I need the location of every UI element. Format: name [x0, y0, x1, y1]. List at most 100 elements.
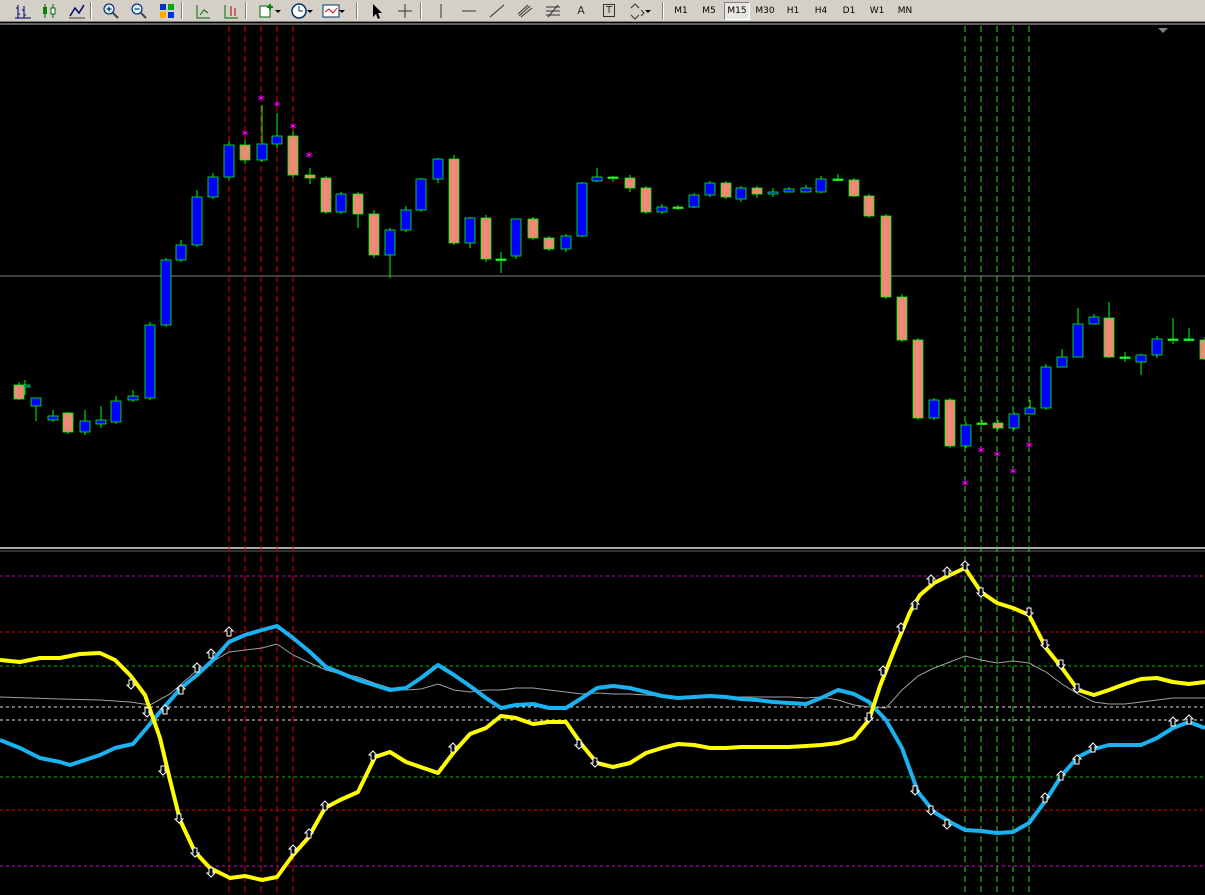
- toolbar-separator: [420, 2, 422, 19]
- bull-candle: [1024, 407, 1036, 415]
- bull-candle: [688, 194, 700, 208]
- bull-candle: [735, 187, 747, 200]
- horizontal-line-icon: [462, 10, 476, 11]
- bull-candle: [1088, 316, 1100, 325]
- crosshair-icon: [398, 3, 412, 18]
- timeframe-h1-button[interactable]: H1: [780, 2, 806, 20]
- bear-candle: [848, 179, 860, 197]
- text-button[interactable]: A: [570, 1, 592, 20]
- auto-scroll-button[interactable]: [220, 1, 242, 20]
- bull-candle: [510, 218, 522, 257]
- bear-candle: [62, 412, 74, 433]
- crosshair-button[interactable]: [394, 1, 416, 20]
- bar-chart-button[interactable]: [12, 1, 34, 20]
- bear-candle: [304, 174, 316, 179]
- bear-candle: [720, 182, 732, 198]
- tile-windows-button[interactable]: [156, 1, 178, 20]
- timeframe-mn-button[interactable]: MN: [892, 2, 918, 20]
- toolbar-separator: [245, 2, 247, 19]
- text-label-icon: T: [602, 4, 616, 17]
- bar-chart-icon: [15, 4, 31, 18]
- bull-candle: [415, 178, 427, 211]
- text-label-button[interactable]: T: [598, 1, 620, 20]
- bull-candle: [656, 206, 668, 213]
- bull-candle: [800, 187, 812, 193]
- bear-candle: [1199, 339, 1205, 360]
- bull-candle: [464, 217, 476, 244]
- equidistant-channel-icon: [517, 4, 533, 17]
- line-chart-button[interactable]: [66, 1, 88, 20]
- bear-candle: [1183, 338, 1195, 341]
- equidistant-channel-button[interactable]: [514, 1, 536, 20]
- bull-candle: [384, 229, 396, 256]
- cursor-button[interactable]: [366, 1, 388, 20]
- bear-candle: [1119, 356, 1131, 359]
- bear-candle: [448, 158, 460, 244]
- chart-canvas[interactable]: * * * * * * * * * *: [0, 22, 1205, 895]
- toolbar-separator: [90, 2, 92, 19]
- toolbar-separator: [181, 2, 183, 19]
- trendline-button[interactable]: [486, 1, 508, 20]
- signal-marker: *: [962, 478, 969, 492]
- auto-scroll-icon: [224, 4, 238, 18]
- bull-candle: [960, 424, 972, 447]
- zoom-in-button[interactable]: [100, 1, 122, 20]
- candlestick-chart-icon: [43, 3, 56, 18]
- timeframe-m5-button[interactable]: M5: [696, 2, 722, 20]
- bull-candle: [256, 143, 268, 161]
- bear-candle: [863, 195, 875, 217]
- bull-candle: [95, 419, 107, 425]
- bear-candle: [1167, 338, 1179, 341]
- bull-candle: [400, 209, 412, 231]
- bear-candle: [352, 193, 364, 215]
- dropdown-arrow-icon[interactable]: [644, 1, 652, 20]
- bear-candle: [896, 296, 908, 341]
- bull-candle: [1135, 354, 1147, 363]
- bear-candle: [944, 399, 956, 447]
- bear-candle: [912, 339, 924, 419]
- candlestick-chart-button[interactable]: [38, 1, 60, 20]
- signal-marker: *: [274, 99, 281, 113]
- bull-candle: [191, 196, 203, 246]
- bear-candle: [672, 206, 684, 209]
- zoom-in-icon: [103, 3, 119, 19]
- tile-windows-icon: [160, 3, 174, 18]
- timeframe-d1-button[interactable]: D1: [836, 2, 862, 20]
- bull-candle: [335, 193, 347, 213]
- bull-candle: [928, 399, 940, 419]
- timeframe-h4-button[interactable]: H4: [808, 2, 834, 20]
- bull-candle: [30, 397, 42, 407]
- bull-candle: [432, 158, 444, 180]
- timeframe-m15-button[interactable]: M15: [724, 2, 750, 20]
- timeframe-w1-button[interactable]: W1: [864, 2, 890, 20]
- fibonacci-button[interactable]: [542, 1, 564, 20]
- dropdown-arrow-icon[interactable]: [306, 1, 314, 20]
- bull-candle: [175, 244, 187, 261]
- bull-candle: [271, 135, 283, 145]
- bear-candle: [287, 135, 299, 176]
- vertical-line-button[interactable]: [430, 1, 452, 20]
- cursor-icon: [373, 3, 382, 19]
- signal-marker: *: [242, 128, 249, 142]
- bull-candle: [560, 235, 572, 250]
- toolbar: A T M1 M5 M15 M30 H1 H4 D1 W1 MN: [0, 0, 1205, 22]
- bear-candle: [480, 217, 492, 260]
- timeframe-m30-button[interactable]: M30: [752, 2, 778, 20]
- dropdown-arrow-icon[interactable]: [338, 1, 346, 20]
- bull-candle: [767, 191, 779, 195]
- horizontal-line-button[interactable]: [458, 1, 480, 20]
- bear-candle: [543, 237, 555, 250]
- zoom-out-button[interactable]: [128, 1, 150, 20]
- trendline-icon: [489, 4, 505, 17]
- bear-candle: [880, 215, 892, 298]
- bull-candle: [223, 144, 235, 178]
- dropdown-arrow-icon[interactable]: [274, 1, 282, 20]
- timeframe-m1-button[interactable]: M1: [668, 2, 694, 20]
- bear-candle: [368, 213, 380, 256]
- chart-shift-button[interactable]: [192, 1, 214, 20]
- signal-marker: *: [306, 150, 313, 164]
- vertical-line-icon: [440, 3, 442, 18]
- signal-marker: *: [258, 93, 265, 107]
- bear-candle: [640, 187, 652, 213]
- bull-candle: [1151, 338, 1163, 356]
